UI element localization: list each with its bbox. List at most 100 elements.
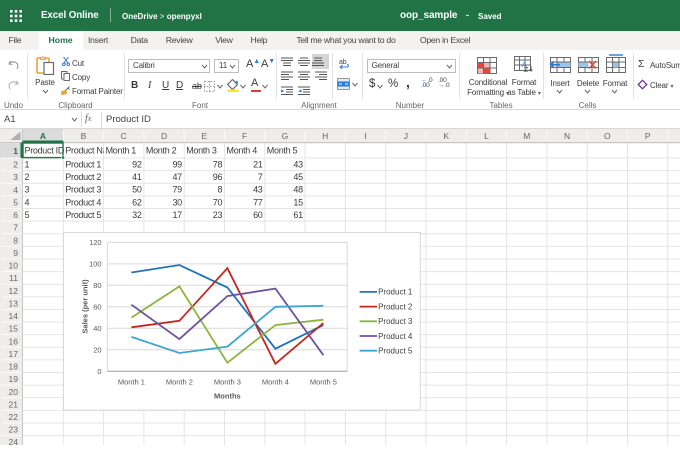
svg-text:Product 2: Product 2 [378,302,413,311]
svg-text:F: F [242,131,247,141]
svg-text:O: O [604,131,611,141]
svg-text:61: 61 [293,210,303,220]
svg-text:1: 1 [25,159,30,169]
svg-text:21: 21 [9,399,19,409]
svg-text:19: 19 [9,374,19,384]
svg-text:96: 96 [213,172,223,182]
svg-text:Product 4: Product 4 [65,197,101,207]
svg-text:45: 45 [293,172,303,182]
svg-text:1: 1 [13,146,18,156]
svg-text:17: 17 [172,210,182,220]
svg-text:80: 80 [93,281,101,290]
svg-text:12: 12 [9,286,19,296]
svg-text:Product 5: Product 5 [65,210,101,220]
svg-text:70: 70 [213,197,223,207]
svg-text:11: 11 [9,273,18,283]
svg-text:E: E [202,131,208,141]
svg-text:L: L [484,131,489,141]
svg-text:78: 78 [213,159,223,169]
svg-text:40: 40 [93,324,101,333]
svg-text:Product 2: Product 2 [65,172,101,182]
svg-text:60: 60 [93,302,101,311]
svg-text:22: 22 [9,412,19,422]
svg-text:Product Na: Product Na [65,145,107,155]
svg-text:8: 8 [217,185,222,195]
svg-text:Month 4: Month 4 [227,145,258,155]
svg-text:C: C [121,131,127,141]
svg-text:120: 120 [89,238,102,247]
svg-text:15: 15 [9,324,19,334]
svg-text:Month 3: Month 3 [214,378,241,387]
svg-text:43: 43 [253,185,263,195]
svg-text:13: 13 [9,298,19,308]
svg-text:J: J [404,131,408,141]
svg-text:99: 99 [172,159,182,169]
svg-text:10: 10 [9,261,19,271]
svg-text:Product 3: Product 3 [65,185,101,195]
svg-text:Product 1: Product 1 [65,159,101,169]
svg-text:3: 3 [13,172,18,182]
svg-text:M: M [523,131,530,141]
svg-text:9: 9 [13,248,18,258]
svg-text:Product 3: Product 3 [378,317,413,326]
svg-text:2: 2 [13,160,18,170]
svg-text:4: 4 [13,185,18,195]
svg-text:14: 14 [9,311,19,321]
svg-text:Sales (per unit): Sales (per unit) [81,279,90,334]
svg-text:B: B [81,131,87,141]
svg-text:G: G [282,131,289,141]
svg-text:24: 24 [9,437,19,445]
svg-text:92: 92 [132,159,142,169]
svg-text:20: 20 [9,387,19,397]
svg-text:Month 3: Month 3 [186,145,217,155]
svg-text:21: 21 [253,159,263,169]
svg-text:I: I [364,131,366,141]
svg-text:8: 8 [13,235,18,245]
svg-text:0: 0 [97,367,101,376]
svg-text:Months: Months [214,392,241,401]
svg-text:Month 2: Month 2 [146,145,177,155]
svg-text:K: K [443,131,449,141]
svg-text:79: 79 [172,185,182,195]
svg-text:Month 4: Month 4 [262,378,289,387]
svg-text:100: 100 [89,259,102,268]
svg-text:30: 30 [172,197,182,207]
svg-text:60: 60 [253,210,263,220]
svg-text:5: 5 [25,210,30,220]
svg-text:Product 5: Product 5 [378,347,413,356]
svg-text:H: H [322,131,328,141]
svg-text:N: N [564,131,570,141]
svg-text:47: 47 [172,172,182,182]
svg-text:Month 2: Month 2 [166,378,193,387]
svg-text:3: 3 [25,185,30,195]
svg-text:7: 7 [13,223,18,233]
svg-text:32: 32 [132,210,142,220]
svg-text:A: A [40,131,46,141]
svg-text:Month 5: Month 5 [310,378,337,387]
svg-text:Month 1: Month 1 [106,145,137,155]
svg-text:Product 4: Product 4 [378,332,413,341]
svg-text:48: 48 [293,185,303,195]
svg-text:41: 41 [132,172,142,182]
svg-text:D: D [161,131,167,141]
svg-text:62: 62 [132,197,142,207]
svg-text:7: 7 [258,172,263,182]
svg-text:23: 23 [9,425,19,435]
svg-text:4: 4 [25,197,30,207]
svg-text:Month 1: Month 1 [118,378,145,387]
svg-text:Product 1: Product 1 [378,288,413,297]
svg-text:23: 23 [213,210,223,220]
svg-text:50: 50 [132,185,142,195]
svg-text:Product ID: Product ID [25,145,65,155]
svg-text:20: 20 [93,345,101,354]
svg-text:43: 43 [293,159,303,169]
svg-text:Month 5: Month 5 [267,145,298,155]
svg-text:77: 77 [253,197,263,207]
svg-text:2: 2 [25,172,30,182]
svg-text:ab: ab [339,59,347,66]
svg-text:P: P [645,131,651,141]
svg-text:15: 15 [293,197,303,207]
svg-text:5: 5 [13,197,18,207]
svg-text:17: 17 [9,349,19,359]
svg-text:18: 18 [9,362,19,372]
